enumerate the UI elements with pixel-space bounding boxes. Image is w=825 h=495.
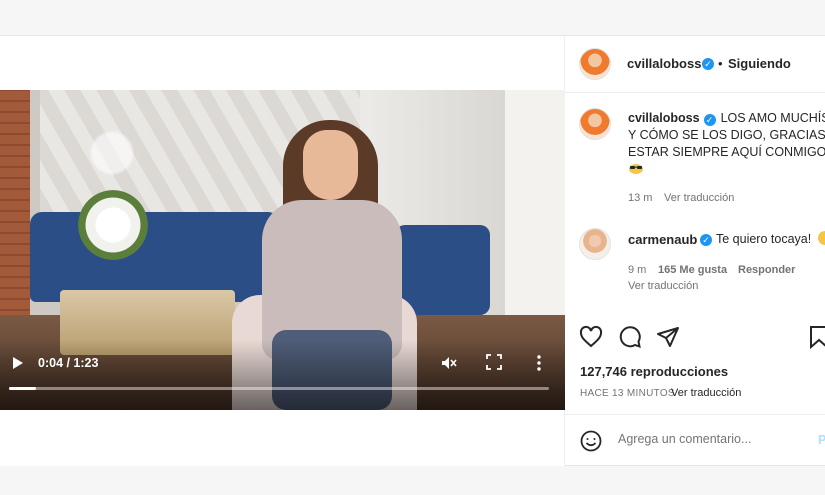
video-player[interactable]: 0:04 / 1:23 <box>0 90 565 410</box>
more-options-icon[interactable] <box>530 354 548 372</box>
video-frame-person-face <box>303 130 358 200</box>
add-comment-row: P <box>565 414 825 466</box>
caption-translate-link[interactable]: Ver traducción <box>664 192 734 204</box>
caption-time: 13 m <box>628 192 653 204</box>
sunglasses-emoji-icon <box>628 163 644 175</box>
comment-time: 9 m <box>628 264 647 276</box>
video-frame-flowers <box>78 190 148 260</box>
play-icon[interactable] <box>12 356 24 370</box>
emoji-smiley-icon[interactable] <box>580 430 602 452</box>
author-username[interactable]: cvillaloboss <box>627 56 701 71</box>
comment-reply-button[interactable]: Responder <box>738 264 795 276</box>
media-column: 0:04 / 1:23 <box>0 36 565 466</box>
caption-author-avatar[interactable] <box>579 108 611 140</box>
publish-button[interactable]: P <box>818 433 825 447</box>
video-frame-sofa-right <box>395 225 490 315</box>
post-translate-link[interactable]: Ver traducción <box>671 387 741 399</box>
video-controls-shade <box>0 340 565 410</box>
caption-username[interactable]: cvillaloboss <box>628 111 700 125</box>
following-button[interactable]: Siguiendo <box>728 56 791 71</box>
like-heart-icon[interactable] <box>579 325 603 349</box>
muted-speaker-icon[interactable] <box>440 354 458 372</box>
views-count[interactable]: 127,746 reproducciones <box>580 364 728 379</box>
post-sidebar: cvillaloboss ✓ • Siguiendo cvillaloboss ✓… <box>565 36 825 466</box>
post-age: HACE 13 MINUTOS <box>580 388 675 399</box>
browser-top-strip <box>0 0 825 36</box>
comment-text: Te quiero tocaya! <box>716 232 812 246</box>
browser-bottom-strip <box>0 466 825 495</box>
commenter-avatar[interactable] <box>579 228 611 260</box>
video-frame-window <box>505 90 565 340</box>
video-progress-bar[interactable] <box>9 387 549 390</box>
comment-verified-badge-icon: ✓ <box>700 234 712 246</box>
video-frame-brick <box>0 90 30 320</box>
post-caption: cvillaloboss ✓ LOS AMO MUCHÍS Y CÓMO SE LO… <box>628 110 825 175</box>
video-frame-sofa <box>30 212 280 302</box>
emoji-icon <box>817 230 825 246</box>
comment-translate-link[interactable]: Ver traducción <box>628 280 698 292</box>
comment-bubble-icon[interactable] <box>618 325 642 349</box>
save-bookmark-icon[interactable] <box>809 325 825 349</box>
verified-badge-icon: ✓ <box>702 58 714 70</box>
post-header: cvillaloboss ✓ • Siguiendo <box>565 36 825 93</box>
comment-username[interactable]: carmenaub <box>628 232 697 247</box>
fullscreen-icon[interactable] <box>486 354 502 370</box>
author-avatar[interactable] <box>579 48 611 80</box>
separator-dot: • <box>718 56 723 71</box>
caption-line-3: ESTAR SIEMPRE AQUÍ CONMIGO <box>628 145 825 159</box>
instagram-post: 0:04 / 1:23 cvillaloboss ✓ • Siguiendo c… <box>0 36 825 466</box>
share-paper-plane-icon[interactable] <box>656 325 680 349</box>
caption-verified-badge-icon: ✓ <box>703 114 716 126</box>
add-comment-input[interactable] <box>618 432 798 446</box>
video-progress-fill <box>9 387 36 390</box>
caption-line-1: LOS AMO MUCHÍS <box>720 111 825 125</box>
caption-line-2: Y CÓMO SE LOS DIGO, GRACIAS P <box>628 128 825 142</box>
comment-likes[interactable]: 165 Me gusta <box>658 264 727 276</box>
video-time: 0:04 / 1:23 <box>38 356 99 370</box>
